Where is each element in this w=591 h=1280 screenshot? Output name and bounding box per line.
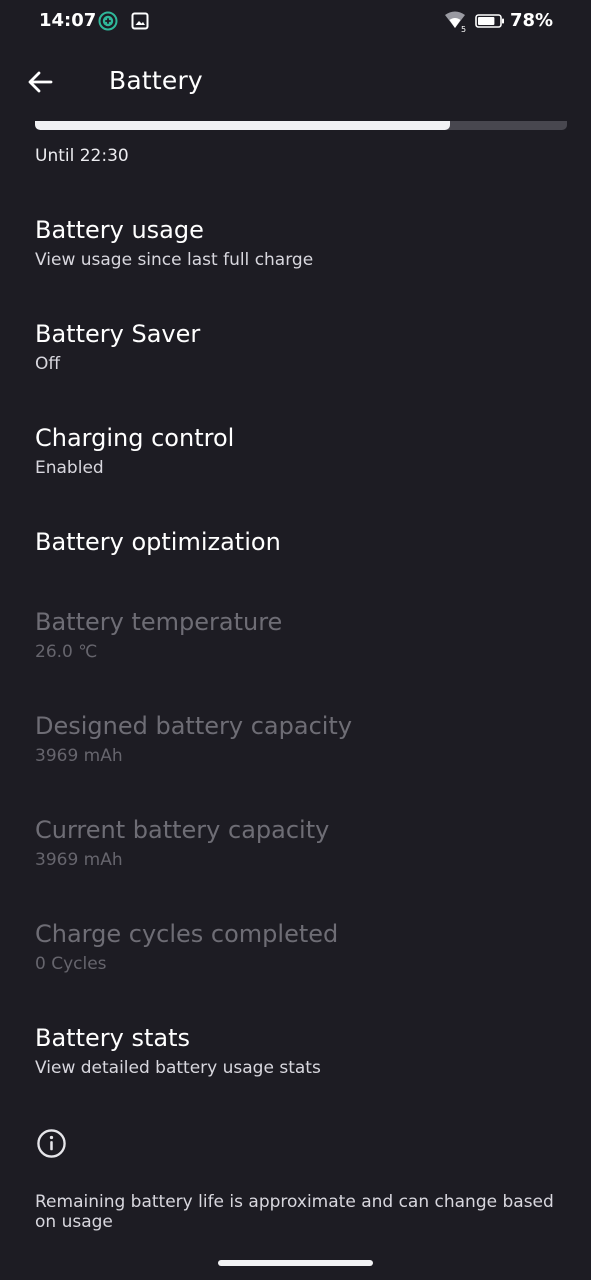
gallery-icon (131, 12, 149, 30)
setting-battery-temperature: Battery temperature 26.0 ℃ (0, 592, 591, 684)
status-bar: 14:07 5 78% (0, 0, 591, 42)
setting-title: Designed battery capacity (35, 712, 353, 740)
setting-battery-usage[interactable]: Battery usage View usage since last full… (0, 200, 591, 292)
vpn-shield-icon (98, 11, 118, 31)
setting-summary: 3969 mAh (35, 850, 123, 870)
setting-title: Battery temperature (35, 608, 283, 636)
wifi-icon: 5 (445, 11, 466, 33)
battery-life-disclaimer: Remaining battery life is approximate an… (35, 1192, 554, 1232)
battery-percent: 78% (510, 10, 554, 31)
setting-current-capacity: Current battery capacity 3969 mAh (0, 800, 591, 892)
battery-settings-screen: 14:07 5 78% Battery Until 22:30 Battery … (0, 0, 591, 1280)
setting-summary: Enabled (35, 458, 104, 478)
setting-summary: View usage since last full charge (35, 250, 314, 270)
gesture-nav-handle[interactable] (218, 1260, 373, 1266)
setting-charge-cycles: Charge cycles completed 0 Cycles (0, 904, 591, 996)
setting-summary: 0 Cycles (35, 954, 107, 974)
setting-battery-saver[interactable]: Battery Saver Off (0, 304, 591, 396)
setting-battery-optimization[interactable]: Battery optimization (0, 512, 591, 592)
status-time: 14:07 (39, 10, 97, 31)
back-button[interactable] (22, 64, 58, 100)
setting-title: Current battery capacity (35, 816, 330, 844)
arrow-back-icon (28, 71, 53, 93)
setting-summary: View detailed battery usage stats (35, 1058, 321, 1078)
battery-icon (475, 14, 504, 28)
setting-summary: Off (35, 354, 61, 374)
setting-battery-stats[interactable]: Battery stats View detailed battery usag… (0, 1008, 591, 1100)
svg-text:5: 5 (461, 25, 466, 33)
setting-title: Battery Saver (35, 320, 201, 348)
app-bar: Battery (0, 42, 591, 124)
setting-summary: 3969 mAh (35, 746, 123, 766)
setting-summary: 26.0 ℃ (35, 642, 98, 662)
info-icon (37, 1129, 66, 1158)
battery-level-fill (35, 121, 450, 130)
setting-charging-control[interactable]: Charging control Enabled (0, 408, 591, 500)
page-title: Battery (109, 66, 203, 95)
setting-designed-capacity: Designed battery capacity 3969 mAh (0, 696, 591, 788)
setting-title: Battery usage (35, 216, 204, 244)
setting-title: Charging control (35, 424, 235, 452)
setting-title: Charge cycles completed (35, 920, 339, 948)
setting-title: Battery stats (35, 1024, 190, 1052)
battery-until-text: Until 22:30 (35, 146, 129, 166)
setting-title: Battery optimization (35, 528, 281, 556)
battery-level-bar (35, 121, 567, 130)
